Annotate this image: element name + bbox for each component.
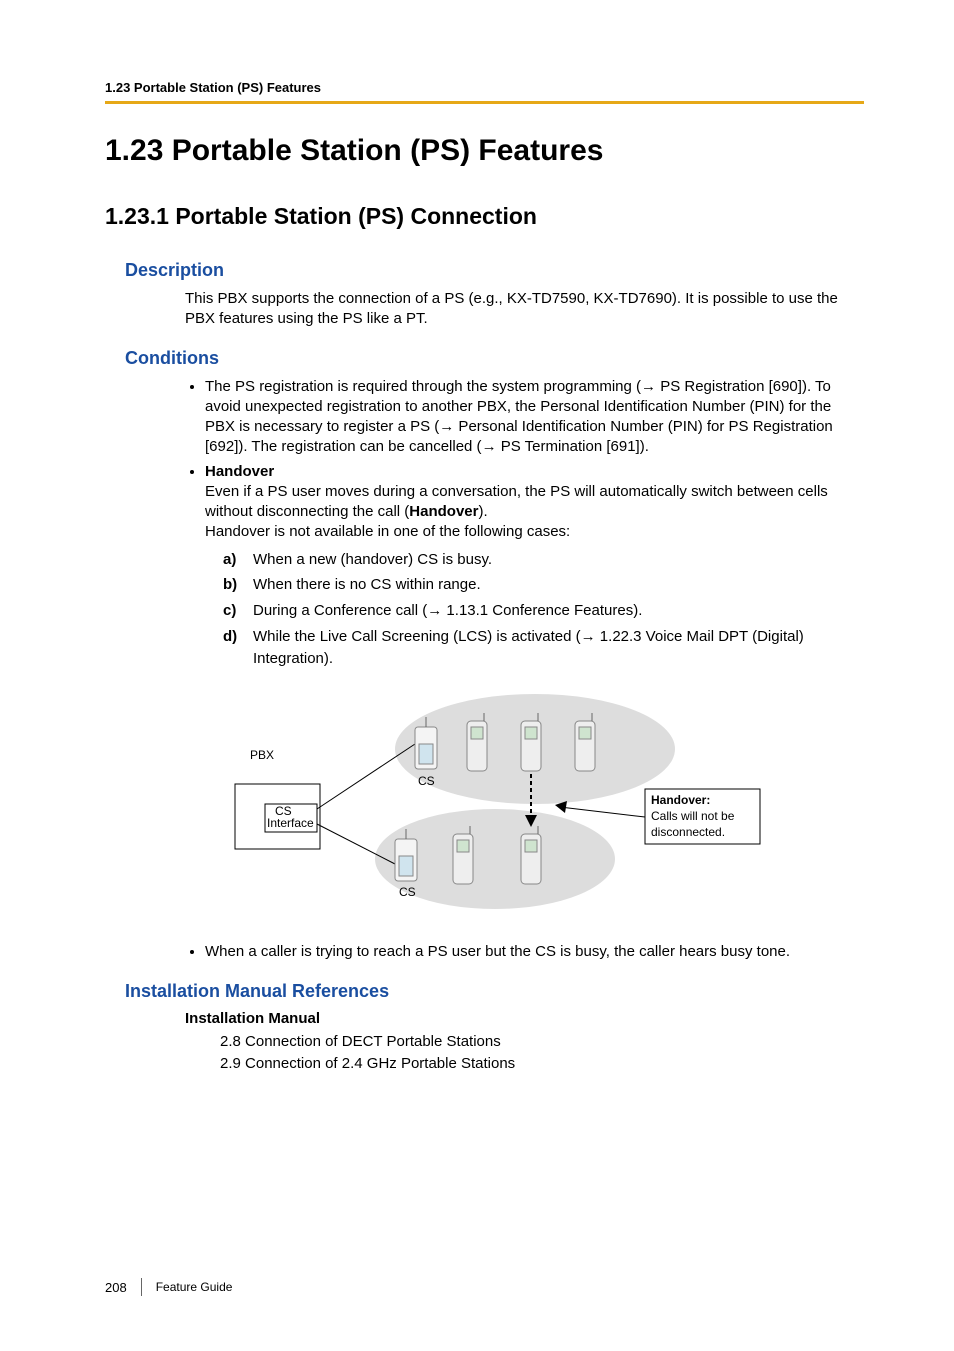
condition-item-handover: Handover Even if a PS user moves during … [205,462,864,670]
arrow-icon: → [482,438,497,455]
footer-label: Feature Guide [156,1280,233,1294]
case-a-text: When a new (handover) CS is busy. [253,551,492,568]
diagram-cs-top-label: CS [418,774,435,788]
diagram-cs-bottom-label: CS [399,885,416,899]
page-number: 208 [105,1280,127,1295]
case-c-marker: c) [223,600,236,622]
handover-line2: Handover is not available in one of the … [205,523,570,540]
handset-icon [575,713,595,771]
install-ref-heading: Installation Manual References [125,981,864,1002]
diagram-box-line1: Calls will not be [651,809,735,823]
conditions-heading: Conditions [125,348,864,369]
arrow-icon: → [439,418,454,435]
case-d-marker: d) [223,626,237,648]
page-footer: 208 Feature Guide [105,1278,232,1296]
diagram-box-line2: disconnected. [651,825,725,839]
diagram-pbx-label: PBX [250,748,274,762]
diagram-box-title: Handover: [651,793,710,807]
section-title: 1.23.1 Portable Station (PS) Connection [105,203,864,230]
condition-item-busy: When a caller is trying to reach a PS us… [205,942,864,962]
conditions-list: The PS registration is required through … [185,377,864,670]
handover-line1b: Handover [409,503,478,520]
handover-cases: a) When a new (handover) CS is busy. b) … [223,549,864,670]
case-a: a) When a new (handover) CS is busy. [223,549,864,571]
case-d-t1: While the Live Call Screening (LCS) is a… [253,628,581,645]
page-title: 1.23 Portable Station (PS) Features [105,134,864,168]
cond1-p1: The PS registration is required through … [205,378,641,395]
install-item: 2.9 Connection of 2.4 GHz Portable Stati… [220,1053,864,1076]
case-d: d) While the Live Call Screening (LCS) i… [223,626,864,670]
condition-item-registration: The PS registration is required through … [205,377,864,458]
case-c: c) During a Conference call (→ 1.13.1 Co… [223,600,864,622]
diagram-csif-label-2: Interface [267,816,314,830]
arrow-icon: → [641,378,656,395]
header-rule [105,101,864,104]
cond1-a3: PS Termination [691]). [497,438,649,455]
handover-line1a: Even if a PS user moves during a convers… [205,483,828,520]
case-a-marker: a) [223,549,236,571]
handset-icon [453,826,473,884]
install-item: 2.8 Connection of DECT Portable Stations [220,1031,864,1054]
handover-title: Handover [205,463,274,480]
description-heading: Description [125,260,864,281]
install-subhead: Installation Manual [185,1010,864,1027]
case-b: b) When there is no CS within range. [223,574,864,596]
footer-divider [141,1278,142,1296]
handset-icon [467,713,487,771]
description-text: This PBX supports the connection of a PS… [185,289,864,330]
header-breadcrumb: 1.23 Portable Station (PS) Features [105,80,864,95]
handover-diagram: PBX CS Interface CS CS [205,689,864,924]
case-c-t1: During a Conference call ( [253,602,427,619]
case-b-text: When there is no CS within range. [253,576,481,593]
handset-icon [521,713,541,771]
handset-icon [521,826,541,884]
conditions-list-extra: When a caller is trying to reach a PS us… [185,942,864,962]
handover-line1c: ). [478,503,487,520]
page: 1.23 Portable Station (PS) Features 1.23… [0,0,954,1351]
arrow-icon: → [427,602,442,619]
install-list: 2.8 Connection of DECT Portable Stations… [220,1031,864,1076]
case-b-marker: b) [223,574,237,596]
case-c-t2: 1.13.1 Conference Features). [442,602,642,619]
arrow-icon: → [581,628,596,645]
